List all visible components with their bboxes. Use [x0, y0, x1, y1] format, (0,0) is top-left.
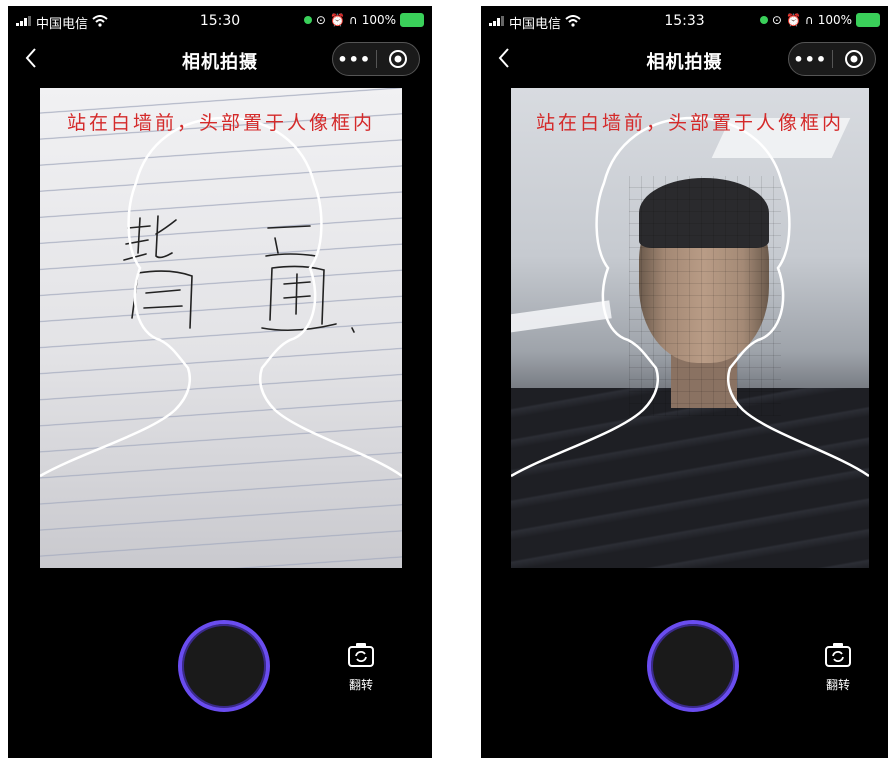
- battery-percent: 100%: [361, 13, 396, 27]
- flip-camera-button[interactable]: 翻转: [341, 642, 381, 693]
- more-button[interactable]: •••: [789, 50, 832, 69]
- privacy-indicator-icon: [303, 16, 312, 24]
- camera-switch-icon: [348, 643, 374, 667]
- phone-screen-left: 中国电信 15:30 ⊙ ⏰ ∩ 100% 相机拍摄 ••• 站在白墙前，头部置…: [8, 6, 432, 758]
- headphones-icon: ∩: [804, 13, 814, 27]
- portrait-guide-frame: [40, 116, 402, 478]
- shutter-button[interactable]: [178, 620, 270, 712]
- orientation-lock-icon: ⊙: [315, 13, 326, 27]
- camera-switch-icon: [825, 643, 851, 667]
- miniprogram-capsule: •••: [332, 42, 420, 76]
- close-target-button[interactable]: [377, 49, 420, 69]
- target-icon: [844, 50, 863, 68]
- guide-prompt: 站在白墙前，头部置于人像框内: [535, 112, 844, 134]
- portrait-guide-frame: [511, 116, 869, 478]
- headphones-icon: ∩: [348, 13, 358, 27]
- shutter-button[interactable]: [647, 620, 739, 712]
- status-bar: 中国电信 15:33 ⊙ ⏰ ∩ 100%: [481, 6, 888, 36]
- miniprogram-capsule: •••: [788, 42, 876, 76]
- flip-label: 翻转: [825, 678, 850, 692]
- alarm-icon: ⏰: [329, 13, 345, 27]
- alarm-icon: ⏰: [785, 13, 801, 27]
- nav-bar: 相机拍摄 •••: [8, 42, 432, 78]
- close-target-button[interactable]: [833, 49, 876, 69]
- status-bar: 中国电信 15:30 ⊙ ⏰ ∩ 100%: [8, 6, 432, 36]
- privacy-indicator-icon: [759, 16, 768, 24]
- orientation-lock-icon: ⊙: [771, 13, 782, 27]
- target-icon: [388, 50, 407, 68]
- guide-prompt: 站在白墙前，头部置于人像框内: [66, 112, 375, 134]
- battery-icon: [400, 13, 424, 27]
- camera-preview: 站在白墙前，头部置于人像框内: [40, 88, 402, 568]
- battery-icon: [856, 13, 880, 27]
- phone-screen-right: 中国电信 15:33 ⊙ ⏰ ∩ 100% 相机拍摄 ••• 站在白墙前，头部置…: [481, 6, 888, 758]
- flip-label: 翻转: [348, 678, 373, 692]
- flip-camera-button[interactable]: 翻转: [818, 642, 858, 693]
- camera-preview: 站在白墙前，头部置于人像框内: [511, 88, 869, 568]
- nav-bar: 相机拍摄 •••: [481, 42, 888, 78]
- battery-percent: 100%: [817, 13, 852, 27]
- more-button[interactable]: •••: [333, 50, 376, 69]
